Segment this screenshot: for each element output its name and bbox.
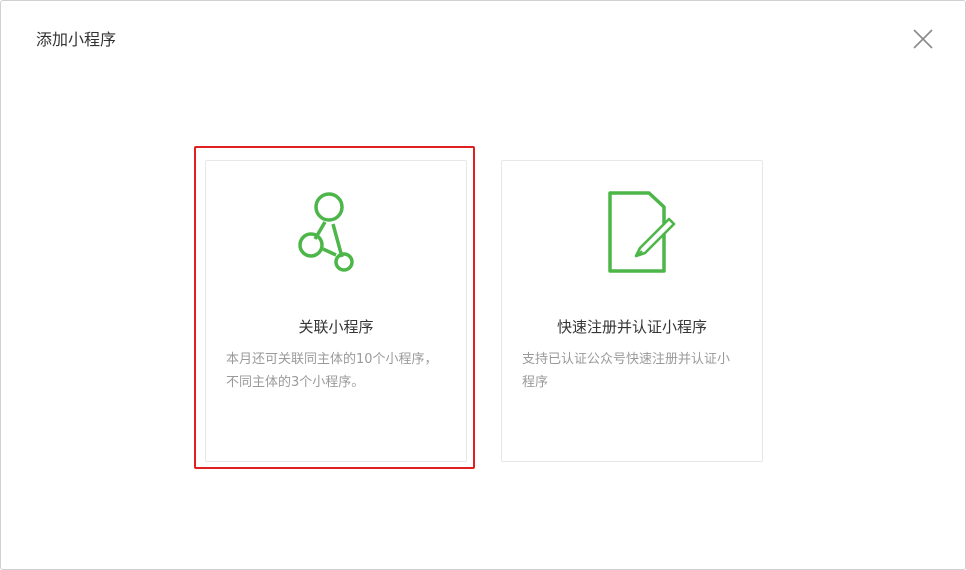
quick-register-card[interactable]: 快速注册并认证小程序 支持已认证公众号快速注册并认证小程序 bbox=[501, 160, 763, 462]
card-description: 支持已认证公众号快速注册并认证小程序 bbox=[522, 352, 731, 390]
card-description: 本月还可关联同主体的10个小程序，不同主体的3个小程序。 bbox=[226, 352, 438, 390]
document-edit-icon bbox=[608, 191, 676, 273]
close-icon bbox=[913, 29, 933, 49]
dialog-title: 添加小程序 bbox=[36, 30, 117, 49]
card-title: 关联小程序 bbox=[298, 318, 374, 336]
link-mini-program-card[interactable]: 关联小程序 本月还可关联同主体的10个小程序，不同主体的3个小程序。 bbox=[205, 160, 467, 462]
close-button[interactable] bbox=[909, 25, 937, 53]
add-mini-program-dialog: 添加小程序 关联小程序 本月还可关联同主体的10个小程序，不同主体的3个小程序。 bbox=[0, 0, 966, 570]
share-nodes-icon bbox=[298, 192, 354, 272]
card-title: 快速注册并认证小程序 bbox=[556, 318, 707, 336]
